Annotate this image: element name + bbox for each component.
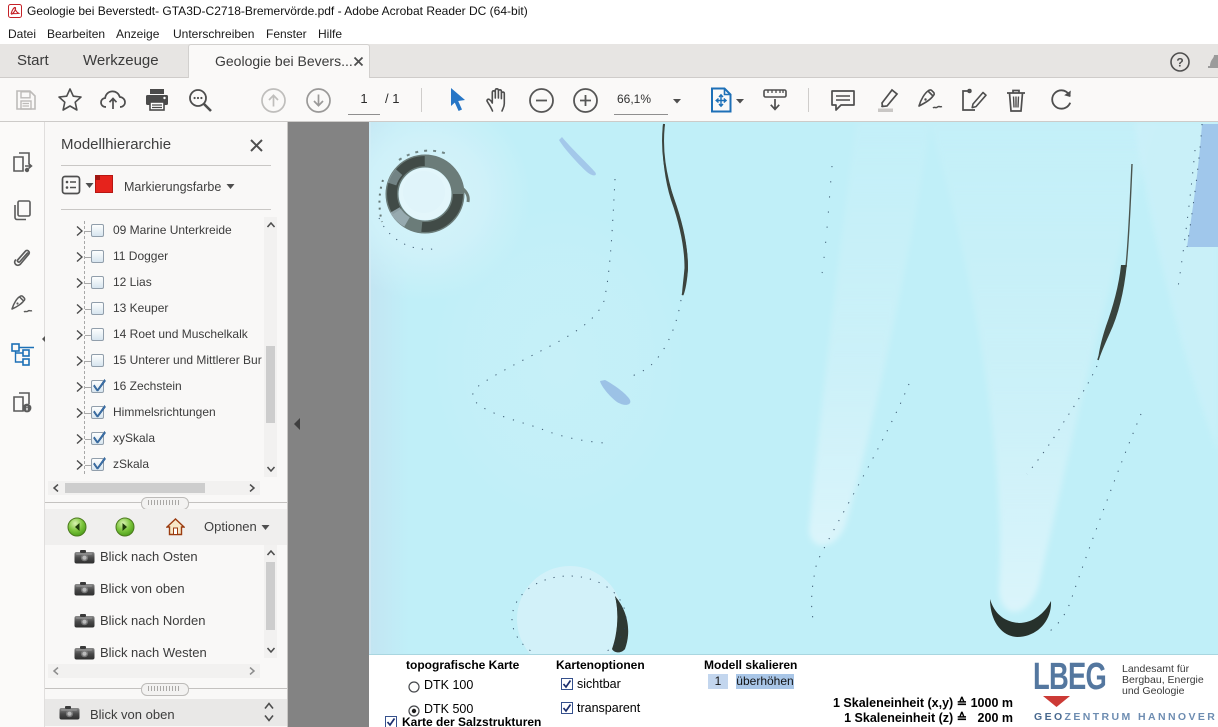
svg-text:?: ? [1176, 56, 1183, 70]
